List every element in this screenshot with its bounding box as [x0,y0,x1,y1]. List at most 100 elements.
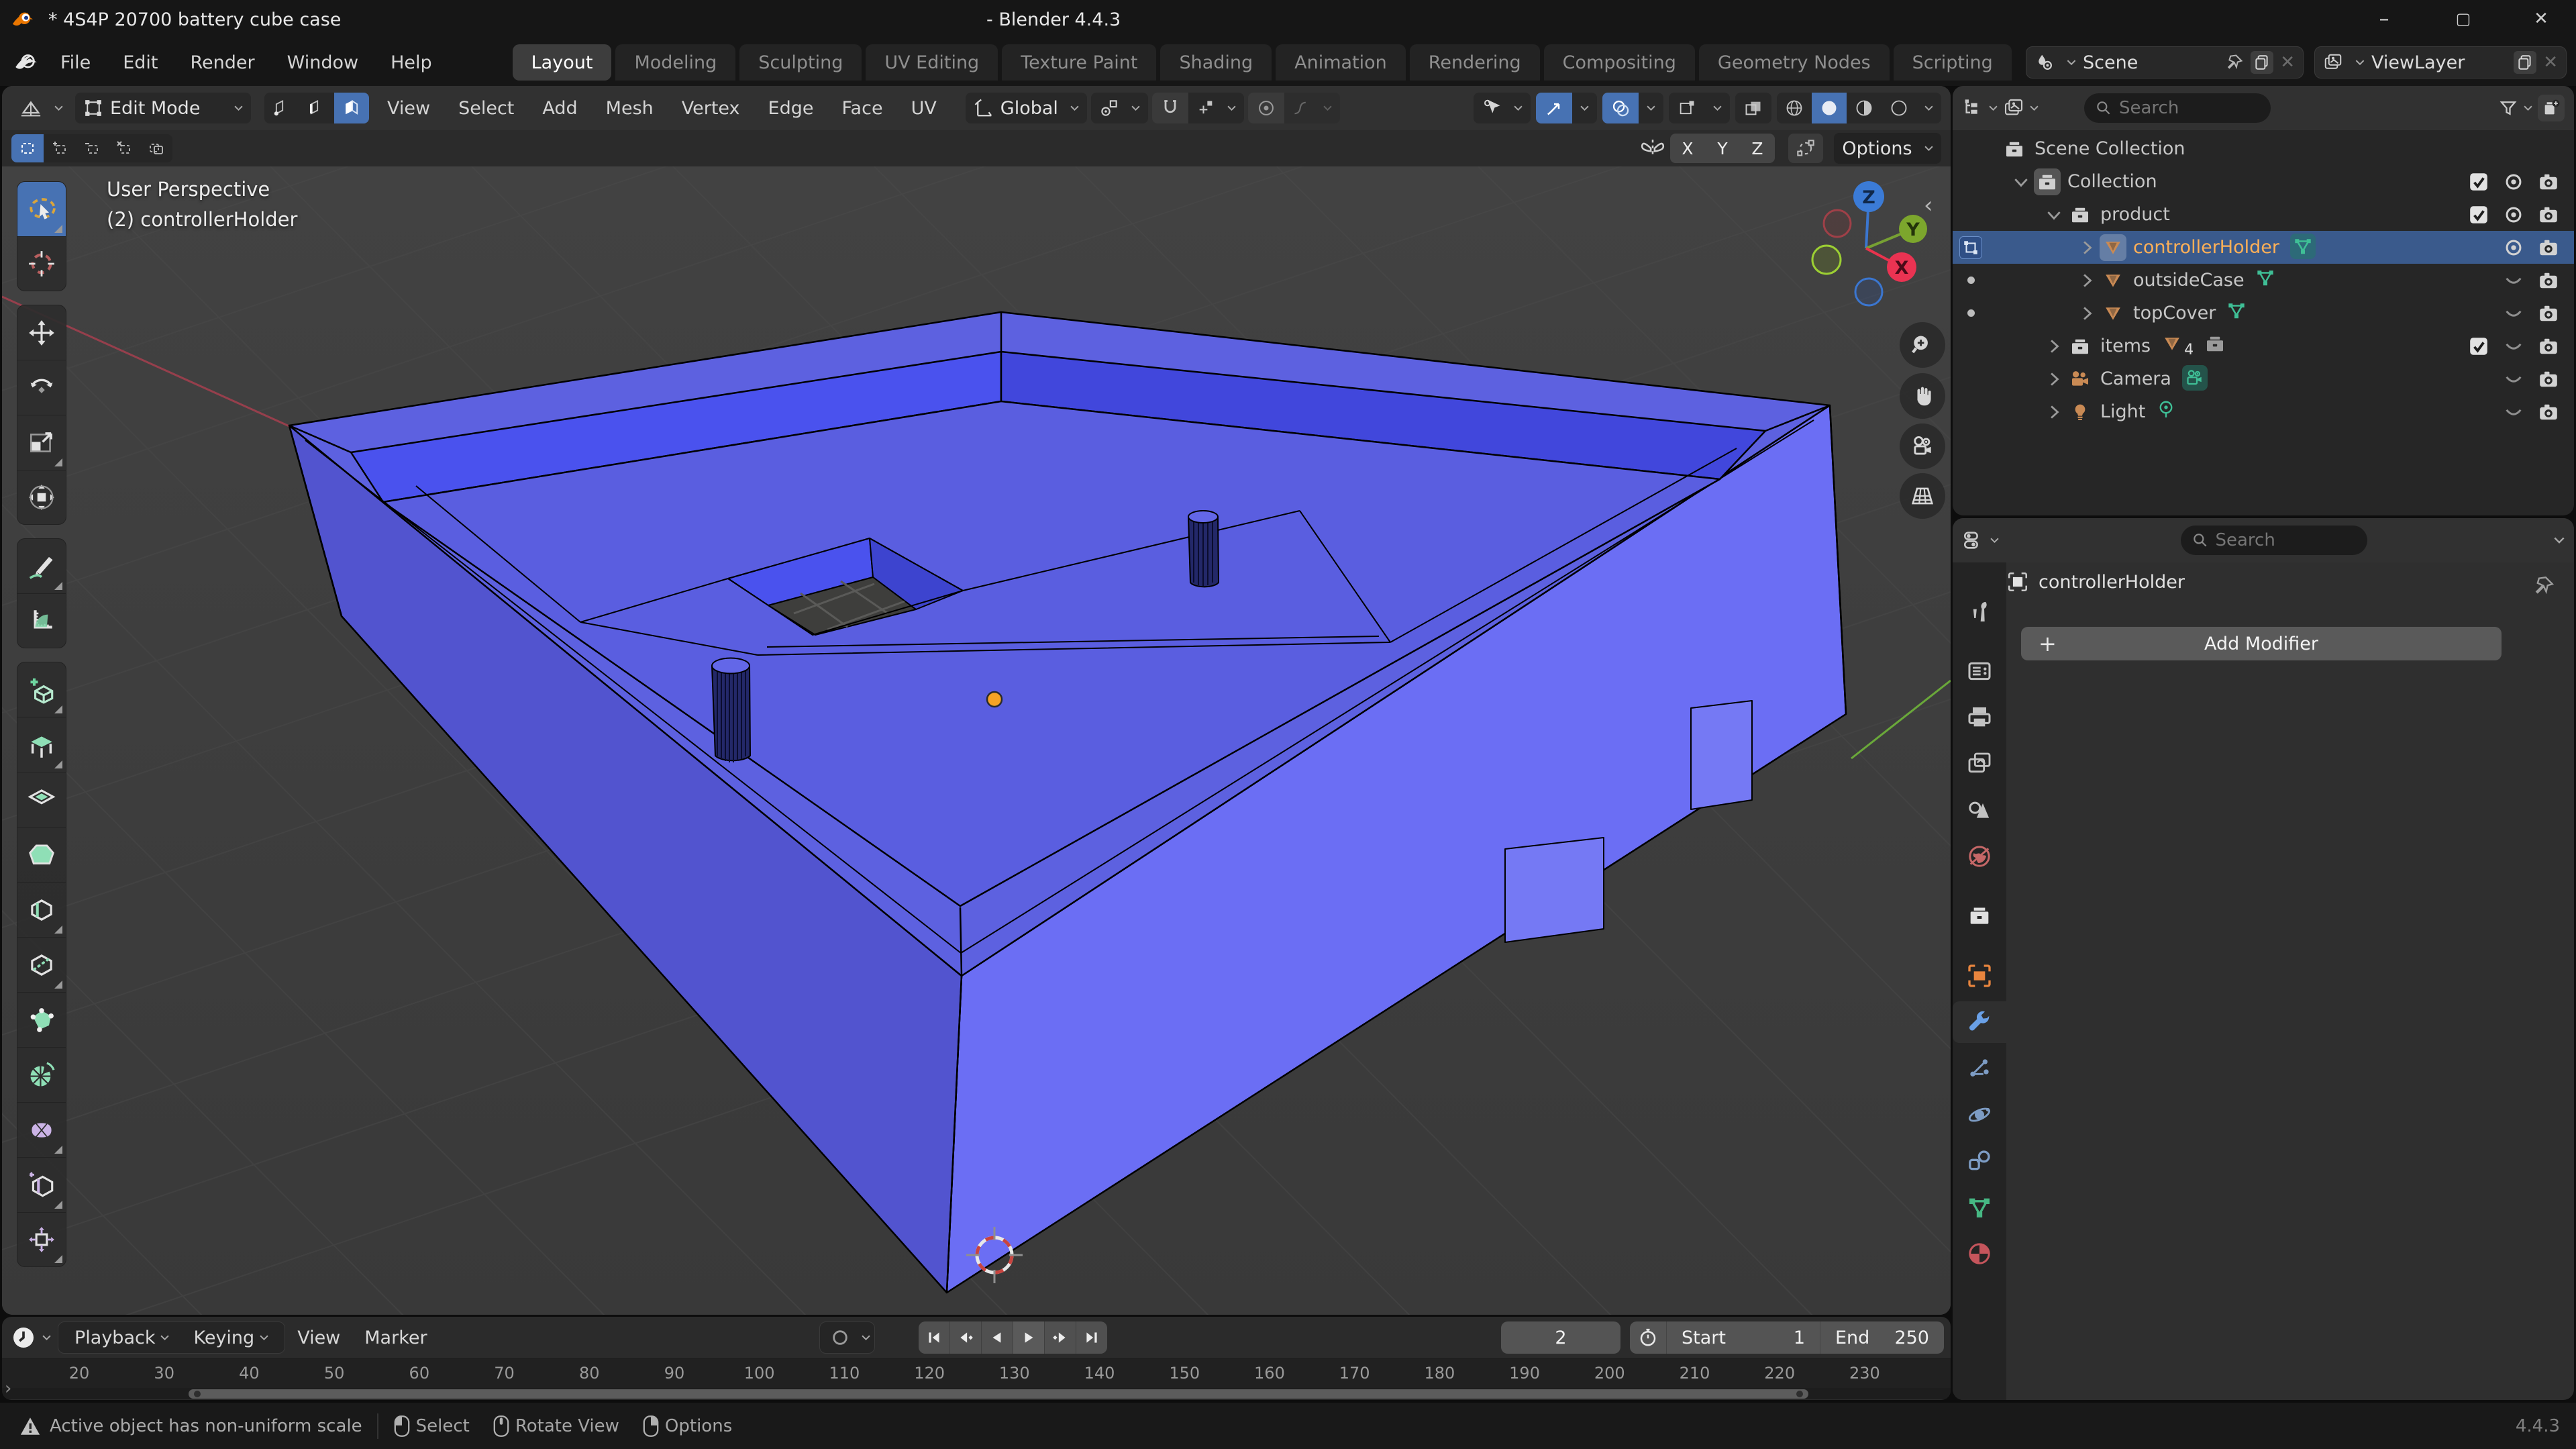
keying-dropdown[interactable] [862,1335,870,1341]
play-reverse-button[interactable] [982,1321,1013,1354]
checkbox-toggle[interactable] [2467,204,2491,226]
tool-transform[interactable] [17,470,66,525]
next-keyframe-button[interactable] [1045,1321,1076,1354]
maximize-button[interactable]: ▢ [2440,3,2487,35]
add-modifier-button[interactable]: + Add Modifier [2021,627,2502,660]
tool-edge-slide[interactable] [17,1157,66,1212]
shading-material-icon[interactable] [1847,93,1882,123]
properties-tab-scene[interactable] [1953,789,2006,831]
sidebar-collapse-arrow[interactable]: ‹ [1924,192,1933,219]
disable-render-toggle[interactable] [2536,171,2561,193]
properties-tab-modifiers[interactable] [1953,1001,2006,1043]
show-overlays-toggle[interactable] [1602,93,1639,123]
pivot-point-dropdown[interactable] [1091,93,1148,123]
hide-viewport-toggle[interactable] [2502,237,2526,258]
filter-icon[interactable] [2498,98,2532,118]
expand-arrow-right[interactable] [2074,240,2100,255]
stopwatch-icon[interactable] [1630,1328,1666,1348]
pan-hand-button[interactable] [1900,373,1945,419]
workspace-tab-modeling[interactable]: Modeling [615,44,735,81]
current-frame-field[interactable]: 2 [1501,1321,1620,1354]
show-gizmo-toggle[interactable] [1536,93,1572,123]
auto-key-record-icon[interactable] [824,1328,856,1347]
outliner-row-product[interactable]: product [1953,198,2574,231]
new-collection-icon[interactable] [2538,95,2565,121]
tool-move[interactable] [17,305,66,360]
mirror-y-toggle[interactable]: Y [1705,134,1740,163]
hide-viewport-toggle[interactable] [2502,336,2526,357]
shading-solid-icon[interactable] [1812,93,1847,123]
workspace-tab-shading[interactable]: Shading [1160,44,1272,81]
jump-to-start-button[interactable] [919,1321,949,1354]
viewport-menu-add[interactable]: Add [528,93,591,123]
tool-rotate[interactable] [17,360,66,415]
expand-arrow-right[interactable] [2041,405,2067,419]
mirror-x-toggle[interactable]: X [1670,134,1705,163]
select-extend-icon[interactable] [44,134,76,162]
tool-spin[interactable] [17,1047,66,1102]
viewport-menu-uv[interactable]: UV [897,93,951,123]
viewport-menu-mesh[interactable]: Mesh [592,93,668,123]
checkbox-toggle[interactable] [2467,171,2491,193]
select-invert-icon[interactable] [108,134,140,162]
mirror-z-toggle[interactable]: Z [1740,134,1775,163]
expand-arrow-right[interactable] [2074,306,2100,321]
properties-search[interactable] [2181,526,2367,555]
expand-arrow-right[interactable] [2041,372,2067,387]
start-frame-field[interactable]: Start1 [1666,1321,1820,1354]
shading-rendered-icon[interactable] [1882,93,1916,123]
toggle-orthographic-button[interactable] [1900,473,1945,519]
tool-inset-faces[interactable] [17,772,66,827]
pin-icon[interactable] [2225,53,2244,72]
object-type-visibility-dropdown[interactable] [1474,93,1531,123]
expand-arrow-down[interactable] [2041,209,2067,220]
tool-measure[interactable] [17,593,66,648]
tool-add-cube[interactable] [17,662,66,717]
hide-viewport-toggle[interactable] [2502,204,2526,226]
view-layer-selector[interactable]: ViewLayer ✕ [2314,46,2567,79]
workspace-tab-texture-paint[interactable]: Texture Paint [1002,44,1156,81]
timeline-expand-arrow[interactable]: › [5,1379,11,1399]
properties-tab-object-data[interactable] [1953,1187,2006,1228]
pin-icon[interactable] [2532,574,2555,597]
proportional-edit-icon[interactable] [1248,93,1284,123]
select-intersect-icon[interactable] [140,134,172,162]
outliner-row-camera[interactable]: Camera [1953,362,2574,395]
mode-dropdown[interactable]: Edit Mode [75,93,251,123]
disable-render-toggle[interactable] [2536,368,2561,390]
properties-tab-view-layer[interactable] [1953,743,2006,785]
tool-shrink-fatten[interactable] [17,1212,66,1267]
workspace-tab-geometry-nodes[interactable]: Geometry Nodes [1699,44,1890,81]
tool-annotate[interactable] [17,538,66,593]
outliner-row-items[interactable]: items4 [1953,330,2574,362]
workspace-tab-compositing[interactable]: Compositing [1544,44,1695,81]
gizmo-dropdown[interactable] [1572,93,1597,123]
editor-type-button[interactable] [11,93,71,123]
tool-select-box[interactable] [17,181,66,236]
disable-render-toggle[interactable] [2536,303,2561,324]
workspace-tab-layout[interactable]: Layout [513,44,612,81]
properties-options-dropdown[interactable] [2554,537,2565,544]
outliner-row-collection[interactable]: Collection [1953,165,2574,198]
gizmo-minus-z[interactable] [1855,279,1882,305]
minimize-button[interactable]: – [2361,3,2408,35]
tool-poly-build[interactable] [17,992,66,1047]
timeline-menu-marker[interactable]: Marker [352,1328,439,1348]
tool-options-dropdown[interactable]: Options [1834,133,1941,164]
tool-scale[interactable] [17,415,66,470]
workspace-tab-rendering[interactable]: Rendering [1410,44,1540,81]
vertex-select-icon[interactable] [264,93,299,123]
face-select-icon[interactable] [334,93,369,123]
hide-viewport-toggle[interactable] [2502,368,2526,390]
gizmo-minus-x[interactable] [1824,210,1851,237]
play-button[interactable] [1013,1321,1044,1354]
overlays-dropdown[interactable] [1639,93,1663,123]
tool-smooth[interactable] [17,1102,66,1157]
timeline-scrollbar-thumb[interactable] [189,1389,1808,1399]
camera-view-button[interactable] [1900,423,1945,469]
select-subtract-icon[interactable] [76,134,108,162]
properties-tab-output[interactable] [1953,697,2006,738]
hide-viewport-toggle[interactable] [2502,171,2526,193]
menu-window[interactable]: Window [271,45,374,80]
timeline-menu-playback[interactable]: Playback [62,1328,181,1348]
